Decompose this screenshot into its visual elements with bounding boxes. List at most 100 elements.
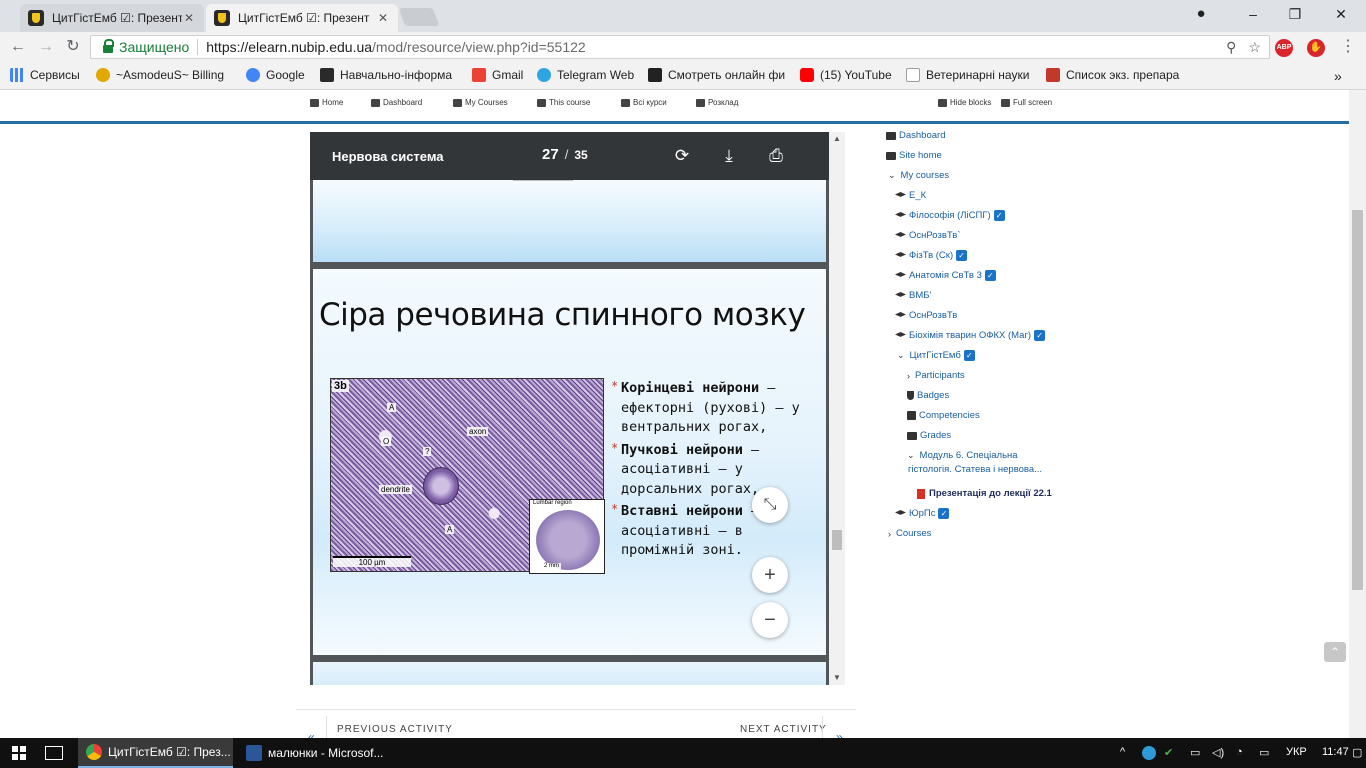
new-tab-button[interactable] xyxy=(398,8,440,26)
nav-course-item[interactable]: Філософія (ЛіСПГ) ✓ xyxy=(895,210,1005,221)
windows-start-icon[interactable] xyxy=(12,746,26,760)
wifi-icon[interactable]: ◔ xyxy=(1236,746,1243,758)
minimize-button[interactable]: – xyxy=(1230,0,1276,28)
viewer-scroll-thumb[interactable] xyxy=(832,530,842,550)
nav-participants[interactable]: › Participants xyxy=(907,370,965,381)
bookmark-google[interactable]: Google xyxy=(246,68,305,82)
sync-icon[interactable]: ✔ xyxy=(1164,746,1173,759)
viewer-scrollbar[interactable]: ▲ ▼ xyxy=(829,132,845,685)
nav-module-6-continued[interactable]: гістологія. Статева і нервова... xyxy=(908,464,1042,475)
nav-this-course[interactable]: This course xyxy=(537,98,590,107)
reload-icon[interactable]: ↻ xyxy=(63,37,83,57)
nav-dashboard[interactable]: Dashboard xyxy=(371,98,422,107)
stop-hand-icon[interactable]: ✋ xyxy=(1307,39,1325,57)
nav-course-item[interactable]: ЮрПс ✓ xyxy=(895,508,950,519)
fit-to-page-icon[interactable]: ⤡ xyxy=(752,487,788,523)
nav-course-item[interactable]: ОснРозвТв` xyxy=(895,230,960,241)
spinal-cord-section xyxy=(536,510,600,570)
nav-schedule[interactable]: Розклад xyxy=(696,98,738,107)
back-to-top-button[interactable]: ⌃ xyxy=(1324,642,1346,662)
taskbar-word[interactable]: малюнки - Microsof... xyxy=(238,738,394,768)
volume-icon[interactable]: ◁) xyxy=(1212,746,1224,759)
nav-current-resource[interactable]: Презентація до лекції 22.1 xyxy=(917,488,1052,499)
bookmark-telegram[interactable]: Telegram Web xyxy=(537,68,634,82)
page-scrollbar[interactable] xyxy=(1349,90,1366,738)
adblock-icon[interactable]: ABP xyxy=(1275,39,1293,57)
bookmark-star-icon[interactable]: ☆ xyxy=(1248,39,1261,56)
forward-arrow-icon[interactable]: → xyxy=(36,37,56,57)
bookmark-billing[interactable]: ~AsmodeuS~ Billing xyxy=(96,68,224,82)
nav-all-courses[interactable]: Всі курси xyxy=(621,98,667,107)
e-app-icon[interactable] xyxy=(1142,746,1156,760)
tab-close-icon[interactable]: ✕ xyxy=(182,11,196,25)
network-icon[interactable]: ▭ xyxy=(1190,746,1200,759)
nav-my-courses[interactable]: My Courses xyxy=(453,98,508,107)
hide-blocks-icon xyxy=(938,98,947,107)
zoom-out-button[interactable]: − xyxy=(752,602,788,638)
bookmark-exam-list[interactable]: Список экз. препара xyxy=(1046,68,1179,82)
nav-home[interactable]: Home xyxy=(310,98,343,107)
address-bar[interactable]: Защищено https://elearn.nubip.edu.ua/mod… xyxy=(90,35,1270,59)
nav-course-item[interactable]: ОснРозвТв xyxy=(895,310,957,321)
page-indicator[interactable]: 27/35 xyxy=(542,146,588,163)
next-chevron-icon[interactable]: » xyxy=(836,730,843,738)
bookmarks-overflow-icon[interactable]: » xyxy=(1334,68,1342,84)
profile-icon[interactable]: ● xyxy=(1178,0,1224,28)
browser-tab-1[interactable]: ЦитГістЕмб ☑: Презент ✕ xyxy=(20,4,204,32)
nav-course-item[interactable]: ВМБ' xyxy=(895,290,931,301)
nav-my-courses-link[interactable]: ⌄ My courses xyxy=(888,170,949,181)
nav-course-item[interactable]: ФізТв (Ск) ✓ xyxy=(895,250,968,261)
next-slide xyxy=(313,662,826,685)
previous-activity-link[interactable]: PREVIOUS ACTIVITY xyxy=(337,724,453,735)
bookmark-youtube[interactable]: (15) YouTube xyxy=(800,68,892,82)
pdf-viewer[interactable]: Нервова система 27/35 ⟳ ⤓ ⎙ Сіра речовин… xyxy=(310,132,845,685)
nav-dashboard-link[interactable]: Dashboard xyxy=(886,130,945,141)
spinal-cord-inset: Lumbar region 2 mm xyxy=(529,499,605,574)
full-screen-button[interactable]: Full screen xyxy=(1001,98,1052,107)
scroll-up-icon[interactable]: ▲ xyxy=(833,134,841,143)
nav-course-item[interactable]: Е_К xyxy=(895,190,926,201)
nav-current-course[interactable]: ⌄ ЦитГістЕмб ✓ xyxy=(897,350,975,361)
nav-course-item[interactable]: Анатомія СвТв 3 ✓ xyxy=(895,270,996,281)
bookmark-nubip[interactable]: Навчально-інформа xyxy=(320,68,452,82)
tray-expand-icon[interactable]: ^ xyxy=(1120,746,1125,758)
bookmark-gmail[interactable]: Gmail xyxy=(472,68,523,82)
page-scroll-thumb[interactable] xyxy=(1352,210,1363,590)
notifications-icon[interactable]: ▢ xyxy=(1352,746,1362,759)
dendrite-label: dendrite xyxy=(379,485,412,494)
nav-course-item[interactable]: Біохімія тварин ОФКХ (Маг) ✓ xyxy=(895,330,1046,341)
zoom-in-button[interactable]: + xyxy=(752,557,788,593)
close-window-button[interactable]: ✕ xyxy=(1318,0,1364,28)
task-view-icon[interactable] xyxy=(45,746,63,760)
tab-close-icon[interactable]: ✕ xyxy=(376,11,390,25)
battery-icon[interactable]: ▭ xyxy=(1259,746,1269,759)
nav-courses-link[interactable]: › Courses xyxy=(888,528,931,539)
bullet-item: * Вставні нейрони – асоціативні – в промі… xyxy=(611,502,760,558)
hide-blocks-button[interactable]: Hide blocks xyxy=(938,98,991,107)
rotate-icon[interactable]: ⟳ xyxy=(672,146,692,166)
bookmark-apps[interactable]: Сервисы xyxy=(10,68,80,82)
nav-grades[interactable]: Grades xyxy=(907,430,951,441)
print-icon[interactable]: ⎙ xyxy=(766,146,786,166)
language-indicator[interactable]: УКР xyxy=(1286,746,1307,758)
pdf-pages[interactable]: Сіра речовина спинного мозку 3b A O axon… xyxy=(310,180,829,685)
nav-module-6[interactable]: ⌄ Модуль 6. Спеціальна xyxy=(907,450,1018,461)
browser-tab-2[interactable]: ЦитГістЕмб ☑: Презент ✕ xyxy=(206,4,398,32)
next-activity-link[interactable]: NEXT ACTIVITY xyxy=(740,724,827,735)
taskbar-chrome[interactable]: ЦитГістЕмб ☑: През... xyxy=(78,738,233,768)
scroll-down-icon[interactable]: ▼ xyxy=(833,673,841,682)
download-icon[interactable]: ⤓ xyxy=(719,146,739,166)
menu-dots-icon[interactable]: ⋮ xyxy=(1338,37,1358,57)
previous-chevron-icon[interactable]: « xyxy=(308,730,315,738)
zoom-search-icon[interactable]: ⚲ xyxy=(1226,39,1236,56)
url-text[interactable]: https://elearn.nubip.edu.ua/mod/resource… xyxy=(206,39,585,55)
clock[interactable]: 11:47 xyxy=(1322,746,1349,758)
maximize-button[interactable]: ❐ xyxy=(1272,0,1318,28)
nav-site-home-link[interactable]: Site home xyxy=(886,150,942,161)
bookmark-vet[interactable]: Ветеринарні науки xyxy=(906,68,1029,82)
nav-competencies[interactable]: Competencies xyxy=(907,410,980,421)
nav-badges[interactable]: Badges xyxy=(907,390,949,401)
bookmark-films[interactable]: Смотреть онлайн фи xyxy=(648,68,785,82)
previous-slide xyxy=(313,180,826,262)
back-arrow-icon[interactable]: ← xyxy=(8,37,28,57)
